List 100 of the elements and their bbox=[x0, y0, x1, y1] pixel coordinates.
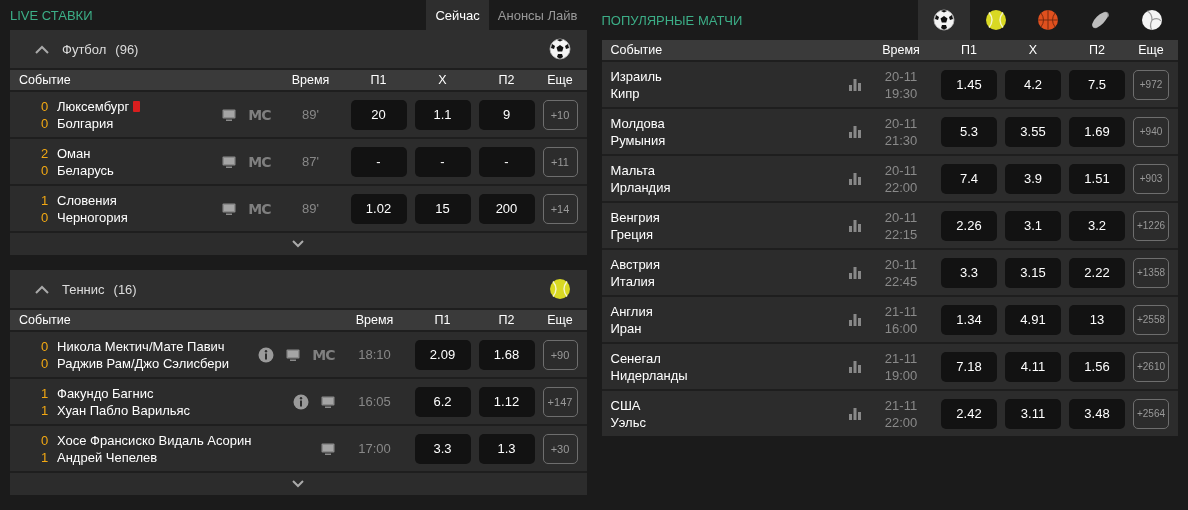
sport-header[interactable]: Теннис (16) bbox=[10, 270, 587, 308]
odds-button[interactable]: 3.15 bbox=[1005, 257, 1061, 288]
odds-button[interactable]: 4.91 bbox=[1005, 304, 1061, 335]
odds-button[interactable]: - bbox=[478, 146, 535, 177]
team-name[interactable]: Андрей Чепелев bbox=[57, 449, 158, 465]
tab[interactable]: Сейчас bbox=[426, 0, 489, 30]
odds-button[interactable]: 9 bbox=[478, 99, 535, 130]
odds-button[interactable]: 1.3 bbox=[478, 433, 535, 464]
team-name[interactable]: Иран bbox=[610, 320, 841, 336]
odds-button[interactable]: - bbox=[414, 146, 471, 177]
tv-icon[interactable] bbox=[320, 442, 335, 455]
odds-button[interactable]: 4.2 bbox=[1005, 69, 1061, 100]
team-name[interactable]: Мальта bbox=[610, 162, 841, 178]
team-name[interactable]: Ирландия bbox=[610, 179, 841, 195]
more-button[interactable]: +940 bbox=[1133, 116, 1169, 147]
more-button[interactable]: +14 bbox=[542, 193, 578, 224]
team-name[interactable]: Болгария bbox=[57, 115, 114, 131]
stats-icon[interactable] bbox=[849, 172, 861, 185]
more-button[interactable]: +972 bbox=[1133, 69, 1169, 100]
tv-icon[interactable] bbox=[222, 202, 237, 215]
odds-button[interactable]: 2.09 bbox=[414, 339, 471, 370]
chevron-down-icon[interactable] bbox=[292, 480, 305, 488]
team-name[interactable]: США bbox=[610, 397, 841, 413]
team-name[interactable]: Румыния bbox=[610, 132, 841, 148]
more-button[interactable]: +30 bbox=[542, 433, 578, 464]
team-name[interactable]: Беларусь bbox=[57, 162, 114, 178]
odds-button[interactable]: 3.55 bbox=[1005, 116, 1061, 147]
odds-button[interactable]: 1.02 bbox=[350, 193, 407, 224]
odds-button[interactable]: 1.45 bbox=[941, 69, 997, 100]
odds-button[interactable]: 3.3 bbox=[941, 257, 997, 288]
tv-icon[interactable] bbox=[320, 395, 335, 408]
team-name[interactable]: Раджив Рам/Джо Сэлисбери bbox=[57, 355, 229, 371]
more-button[interactable]: +10 bbox=[542, 99, 578, 130]
more-button[interactable]: +90 bbox=[542, 339, 578, 370]
odds-button[interactable]: 3.1 bbox=[1005, 210, 1061, 241]
tv-icon[interactable] bbox=[222, 108, 237, 121]
team-name[interactable]: Оман bbox=[57, 145, 91, 161]
team-name[interactable]: Люксембург bbox=[57, 98, 130, 114]
odds-button[interactable]: 7.5 bbox=[1069, 69, 1125, 100]
odds-button[interactable]: 1.1 bbox=[414, 99, 471, 130]
odds-button[interactable]: 3.2 bbox=[1069, 210, 1125, 241]
more-button[interactable]: +147 bbox=[542, 386, 578, 417]
odds-button[interactable]: 2.26 bbox=[941, 210, 997, 241]
odds-button[interactable]: 3.48 bbox=[1069, 398, 1125, 429]
tv-icon[interactable] bbox=[222, 155, 237, 168]
odds-button[interactable]: 3.11 bbox=[1005, 398, 1061, 429]
more-button[interactable]: +1358 bbox=[1133, 257, 1169, 288]
odds-button[interactable]: 15 bbox=[414, 193, 471, 224]
more-button[interactable]: +2610 bbox=[1133, 351, 1169, 382]
team-name[interactable]: Факундо Багнис bbox=[57, 385, 154, 401]
team-name[interactable]: Хуан Пабло Варильяс bbox=[57, 402, 191, 418]
more-button[interactable]: +11 bbox=[542, 146, 578, 177]
sport-header[interactable]: Футбол (96) bbox=[10, 30, 587, 68]
stats-icon[interactable] bbox=[849, 125, 861, 138]
odds-button[interactable]: 20 bbox=[350, 99, 407, 130]
stats-icon[interactable] bbox=[849, 78, 861, 91]
team-name[interactable]: Словения bbox=[57, 192, 117, 208]
odds-button[interactable]: 3.9 bbox=[1005, 163, 1061, 194]
team-name[interactable]: Сенегал bbox=[610, 350, 841, 366]
team-name[interactable]: Австрия bbox=[610, 256, 841, 272]
odds-button[interactable]: 1.12 bbox=[478, 386, 535, 417]
odds-button[interactable]: 3.3 bbox=[414, 433, 471, 464]
odds-button[interactable]: 1.51 bbox=[1069, 163, 1125, 194]
stats-icon[interactable] bbox=[849, 407, 861, 420]
team-name[interactable]: Уэльс bbox=[610, 414, 841, 430]
stats-icon[interactable] bbox=[849, 219, 861, 232]
odds-button[interactable]: 200 bbox=[478, 193, 535, 224]
team-name[interactable]: Хосе Франсиско Видаль Асорин bbox=[57, 432, 252, 448]
stats-icon[interactable] bbox=[849, 266, 861, 279]
team-name[interactable]: Греция bbox=[610, 226, 841, 242]
info-icon[interactable] bbox=[258, 346, 275, 363]
team-name[interactable]: Италия bbox=[610, 273, 841, 289]
team-name[interactable]: Кипр bbox=[610, 85, 841, 101]
odds-button[interactable]: 2.22 bbox=[1069, 257, 1125, 288]
team-name[interactable]: Черногория bbox=[57, 209, 128, 225]
team-name[interactable]: Никола Мектич/Мате Павич bbox=[57, 338, 225, 354]
chevron-icon[interactable] bbox=[35, 284, 49, 294]
stats-icon[interactable] bbox=[849, 313, 861, 326]
tab[interactable]: Анонсы Лайв bbox=[488, 0, 587, 30]
more-button[interactable]: +903 bbox=[1133, 163, 1169, 194]
odds-button[interactable]: 7.4 bbox=[941, 163, 997, 194]
more-button[interactable]: +2558 bbox=[1133, 304, 1169, 335]
stats-icon[interactable] bbox=[849, 360, 861, 373]
chevron-icon[interactable] bbox=[35, 44, 49, 54]
team-name[interactable]: Англия bbox=[610, 303, 841, 319]
odds-button[interactable]: 1.68 bbox=[478, 339, 535, 370]
odds-button[interactable]: 1.34 bbox=[941, 304, 997, 335]
odds-button[interactable]: 1.56 bbox=[1069, 351, 1125, 382]
more-button[interactable]: +2564 bbox=[1133, 398, 1169, 429]
odds-button[interactable]: 5.3 bbox=[941, 116, 997, 147]
odds-button[interactable]: 1.69 bbox=[1069, 116, 1125, 147]
more-button[interactable]: +1226 bbox=[1133, 210, 1169, 241]
team-name[interactable]: Израиль bbox=[610, 68, 841, 84]
sport-tab[interactable] bbox=[918, 0, 970, 40]
team-name[interactable]: Венгрия bbox=[610, 209, 841, 225]
odds-button[interactable]: 13 bbox=[1069, 304, 1125, 335]
team-name[interactable]: Нидерланды bbox=[610, 367, 841, 383]
chevron-down-icon[interactable] bbox=[292, 240, 305, 248]
info-icon[interactable] bbox=[292, 393, 309, 410]
odds-button[interactable]: 2.42 bbox=[941, 398, 997, 429]
